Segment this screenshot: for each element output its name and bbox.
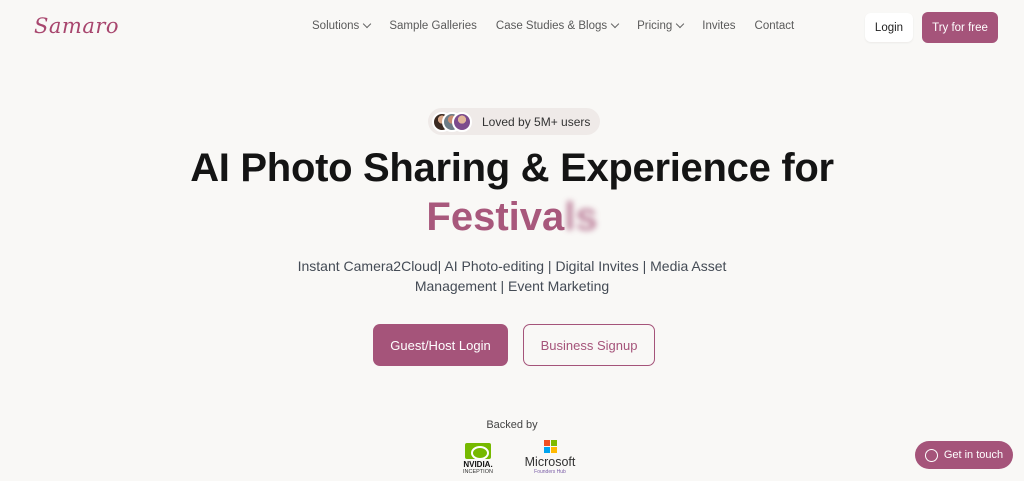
nav-invites-label: Invites: [702, 20, 736, 32]
chevron-down-icon: [610, 19, 620, 29]
backed-by-heading: Backed by: [486, 419, 538, 431]
rotating-keyword: Festivals: [0, 195, 1024, 240]
microsoft-founders-hub-logo: Microsoft Founders Hub: [520, 440, 580, 475]
hero-subtitle: Instant Camera2Cloud| AI Photo-editing |…: [297, 258, 727, 294]
chevron-down-icon: [363, 19, 372, 29]
nav-pricing[interactable]: Pricing: [637, 19, 685, 32]
rotating-keyword-visible: Festiva: [426, 195, 565, 239]
business-signup-button[interactable]: Business Signup: [523, 324, 655, 366]
main-menu: Solutions Sample Galleries Case Studies …: [312, 19, 813, 32]
nvidia-eye-icon: [465, 443, 491, 460]
nav-pricing-label: Pricing: [637, 20, 673, 32]
social-proof-badge: Loved by 5M+ users: [428, 108, 600, 135]
microsoft-sub: Founders Hub: [534, 469, 566, 475]
nav-solutions-label: Solutions: [312, 20, 360, 32]
try-for-free-button[interactable]: Try for free: [922, 12, 998, 43]
whatsapp-icon: [924, 448, 938, 462]
avatar: [452, 111, 472, 132]
nav-solutions[interactable]: Solutions: [312, 19, 372, 32]
samaro-logo[interactable]: Samaro: [34, 14, 119, 38]
login-button[interactable]: Login: [865, 13, 913, 42]
avatar-group: [432, 111, 476, 132]
get-in-touch-label: Get in touch: [943, 449, 1004, 461]
nav-contact[interactable]: Contact: [755, 20, 795, 32]
get-in-touch-button[interactable]: Get in touch: [915, 441, 1013, 469]
nav-sample-galleries-label: Sample Galleries: [389, 20, 477, 32]
microsoft-name: Microsoft: [524, 455, 576, 469]
top-navigation: Samaro Solutions Sample Galleries Case S…: [0, 0, 1024, 56]
nvidia-name: NVIDIA.: [463, 460, 493, 469]
nvidia-sub: INCEPTION: [463, 469, 493, 475]
nav-sample-galleries[interactable]: Sample Galleries: [389, 20, 477, 32]
chevron-down-icon: [676, 19, 685, 29]
nav-contact-label: Contact: [754, 20, 795, 32]
hero-headline: AI Photo Sharing & Experience for: [190, 146, 834, 190]
nav-invites[interactable]: Invites: [702, 20, 735, 32]
nav-case-studies[interactable]: Case Studies & Blogs: [495, 19, 620, 32]
guest-host-login-button[interactable]: Guest/Host Login: [373, 324, 508, 366]
rotating-keyword-fading: ls: [564, 195, 598, 239]
nvidia-inception-logo: NVIDIA. INCEPTION: [460, 443, 496, 475]
microsoft-windows-icon: [543, 440, 557, 453]
social-proof-text: Loved by 5M+ users: [482, 114, 591, 129]
nav-case-studies-label: Case Studies & Blogs: [495, 20, 608, 32]
